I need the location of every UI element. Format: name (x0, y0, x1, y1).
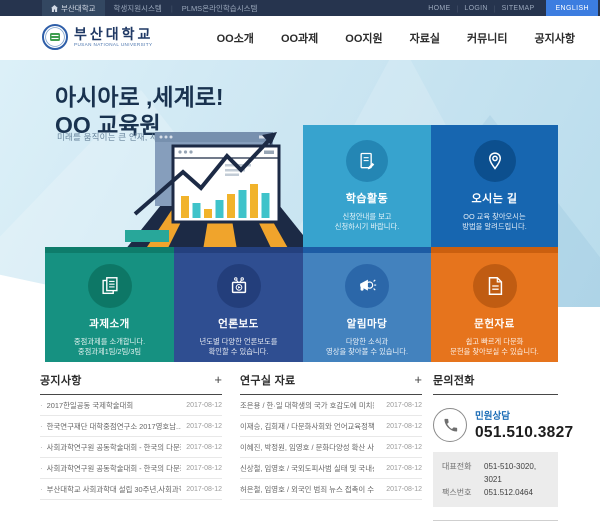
logo-title: 부산대학교 (74, 27, 153, 42)
research-materials-section: 연구실 자료 + 조은용 / 한·일 대학생의 국가 호감도에 미치는... 2… (240, 372, 422, 500)
phone-icon (433, 408, 467, 442)
topbar-link-login[interactable]: LOGIN (458, 5, 493, 12)
notices-title: 공지사항 (40, 372, 82, 388)
map-pin-icon (474, 140, 516, 182)
notice-list-item[interactable]: ·사회과학연구원 공동학술대회 - 한국의 다문화... 2017-08-12 (40, 437, 222, 458)
logo-subtitle: PUSAN NATIONAL UNIVERSITY (74, 42, 153, 47)
contact-row-main: 대표전화 051-510-3020, 3021 (442, 460, 549, 486)
card-title: 오시는 길 (431, 190, 558, 206)
research-list-item[interactable]: 이재승, 김회재 / 다문화사회와 언어교육정책... 2017-08-12 (240, 416, 422, 437)
nav-item-tasks[interactable]: OO과제 (281, 30, 318, 46)
main-navigation: OO소개 OO과제 OO지원 자료실 커뮤니티 공지사항 (217, 16, 575, 60)
broadcast-tv-icon (217, 264, 261, 308)
card-description: 쉽고 빠르게 다문화 문헌을 찾아보실 수 있습니다. (431, 337, 558, 357)
contact-row-fax: 팩스번호 051.512.0464 (442, 486, 549, 499)
card-description: 다양한 소식과 영상을 찾아볼 수 있습니다. (303, 337, 431, 357)
topbar-university-link[interactable]: 부산대학교 (42, 0, 105, 16)
topbar-link-home[interactable]: HOME (422, 5, 456, 12)
notice-list-item[interactable]: ·2017한일공동 국제학술대회 2017-08-12 (40, 395, 222, 416)
nav-item-notice[interactable]: 공지사항 (535, 30, 575, 46)
research-list-item[interactable]: 이혜진, 박정원, 임영호 / 문화다양성 확산 사업... 2017-08-1… (240, 437, 422, 458)
topbar-right: HOME | LOGIN | SITEMAP ENGLISH (422, 0, 598, 16)
consult-phone-block: 민원상담 051.510.3827 (433, 408, 558, 442)
research-list-item[interactable]: 신상철, 임영호 / 국외도피사범 실태 및 국내송환... 2017-08-1… (240, 458, 422, 479)
hero-title-line1: 아시아로 ,세계로! (55, 83, 224, 111)
nav-item-support[interactable]: OO지원 (345, 30, 382, 46)
notice-list-item[interactable]: ·사회과학연구원 공동학술대회 - 한국의 다문화... 2017-08-12 (40, 458, 222, 479)
consult-label: 민원상담 (475, 408, 573, 422)
card-literature-materials[interactable]: 문헌자료 쉽고 빠르게 다문화 문헌을 찾아보실 수 있습니다. (431, 247, 558, 362)
card-announcement-board[interactable]: 알림마당 다양한 소식과 영상을 찾아볼 수 있습니다. (303, 247, 431, 362)
nav-item-archive[interactable]: 자료실 (410, 30, 440, 46)
card-press-coverage[interactable]: 언론보도 년도별 다양한 언론보도를 확인할 수 있습니다. (174, 247, 303, 362)
english-button[interactable]: ENGLISH (546, 0, 598, 16)
research-more-button[interactable]: + (414, 375, 422, 385)
bullet-icon: · (40, 464, 43, 473)
topbar-link-plms[interactable]: PLMS온라인학습시스템 (173, 3, 267, 14)
nav-item-intro[interactable]: OO소개 (217, 30, 254, 46)
topbar-left: 부산대학교 학생지원시스템 | PLMS온라인학습시스템 (42, 0, 266, 16)
research-list-item[interactable]: 허은철, 임영호 / 외국인 범죄 뉴스 접촉이 수용자... 2017-08-… (240, 479, 422, 500)
university-emblem-icon (42, 24, 68, 50)
research-title: 연구실 자료 (240, 372, 295, 388)
card-description: 신청안내를 보고 신청하시기 바랍니다. (303, 212, 431, 232)
top-utility-bar: 부산대학교 학생지원시스템 | PLMS온라인학습시스템 HOME | LOGI… (0, 0, 600, 16)
card-title: 과제소개 (45, 316, 174, 331)
notices-header: 공지사항 + (40, 372, 222, 395)
bullet-icon: · (40, 443, 43, 452)
logo-text: 부산대학교 PUSAN NATIONAL UNIVERSITY (74, 27, 153, 47)
topbar-university-label: 부산대학교 (61, 3, 96, 14)
document-pen-icon (346, 140, 388, 182)
card-description: 중점과제를 소개합니다. 중점과제1팀/2팀/3팀 (45, 337, 174, 357)
card-description: 년도별 다양한 언론보도를 확인할 수 있습니다. (174, 337, 303, 357)
growth-chart-illustration (125, 128, 315, 250)
card-title: 학습활동 (303, 190, 431, 206)
notice-list-item[interactable]: ·한국연구재단 대학중점연구소 2017영호남... 2017-08-12 (40, 416, 222, 437)
research-list-item[interactable]: 조은용 / 한·일 대학생의 국가 호감도에 미치는... 2017-08-12 (240, 395, 422, 416)
research-header: 연구실 자료 + (240, 372, 422, 395)
card-title: 언론보도 (174, 316, 303, 331)
megaphone-icon (345, 264, 389, 308)
card-title: 알림마당 (303, 316, 431, 331)
contact-header: 문의전화 (433, 372, 558, 395)
card-title: 문헌자료 (431, 316, 558, 331)
notices-more-button[interactable]: + (214, 375, 222, 385)
topbar-link-sitemap[interactable]: SITEMAP (496, 5, 541, 12)
nav-item-community[interactable]: 커뮤니티 (467, 30, 507, 46)
document-icon (473, 264, 517, 308)
contact-info-box: 대표전화 051-510-3020, 3021 팩스번호 051.512.046… (433, 452, 558, 507)
topbar-link-student-system[interactable]: 학생지원시스템 (105, 3, 171, 14)
university-logo[interactable]: 부산대학교 PUSAN NATIONAL UNIVERSITY (42, 24, 153, 50)
card-learning-activities[interactable]: 학습활동 신청안내를 보고 신청하시기 바랍니다. (303, 125, 431, 247)
bullet-icon: · (40, 422, 43, 431)
notice-list-item[interactable]: ·부산대학교 사회과학대 설립 30주년,사회과학... 2017-08-12 (40, 479, 222, 500)
home-icon (51, 5, 58, 12)
contact-section: 문의전화 민원상담 051.510.3827 대표전화 051-510-3020… (433, 372, 558, 521)
bullet-icon: · (40, 485, 43, 494)
site-header: 부산대학교 PUSAN NATIONAL UNIVERSITY OO소개 OO과… (0, 16, 600, 60)
bullet-icon: · (40, 401, 43, 410)
contact-title: 문의전화 (433, 372, 475, 388)
consult-phone-number: 051.510.3827 (475, 424, 573, 442)
stacked-documents-icon (88, 264, 132, 308)
card-description: OO 교육 찾아오시는 방법을 알려드립니다. (431, 212, 558, 232)
card-directions[interactable]: 오시는 길 OO 교육 찾아오시는 방법을 알려드립니다. (431, 125, 558, 247)
notices-section: 공지사항 + ·2017한일공동 국제학술대회 2017-08-12 ·한국연구… (40, 372, 222, 500)
card-task-introduction[interactable]: 과제소개 중점과제를 소개합니다. 중점과제1팀/2팀/3팀 (45, 247, 174, 362)
